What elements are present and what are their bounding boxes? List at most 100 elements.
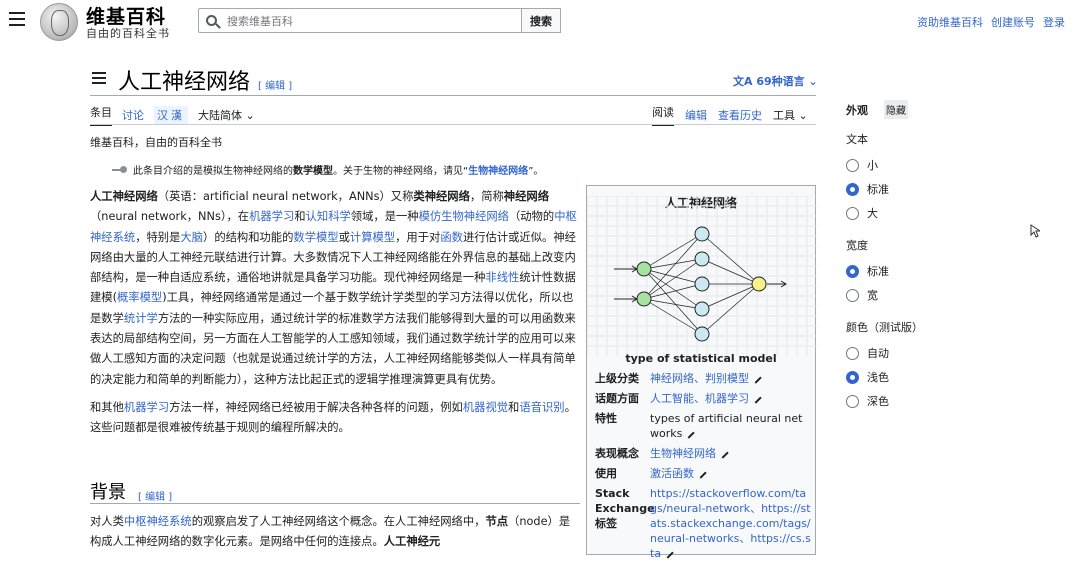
hatnote-link[interactable]: 生物神经网络 [468, 166, 528, 177]
infobox-value[interactable]: 生物神经网络 [650, 447, 716, 460]
donate-link[interactable]: 资助维基百科 [917, 14, 983, 30]
appearance-option[interactable]: 自动 [846, 341, 1066, 365]
infobox-row: 特性 types of artificial neural networks [595, 411, 811, 441]
login-link[interactable]: 登录 [1043, 14, 1065, 30]
hatnote: 此条目介绍的是模拟生物神经网络的数学模型。关于生物的神经网络，请见“生物神经网络… [112, 162, 543, 177]
article-link[interactable]: 机器学习 [249, 210, 294, 223]
text-run: 和 [508, 400, 520, 414]
appearance-option[interactable]: 宽 [846, 283, 1066, 307]
article-link[interactable]: 数学模型 [293, 231, 338, 244]
infobox-caption: type of statistical model [625, 352, 777, 365]
tools-dropdown[interactable]: 工具 ⌄ [773, 107, 808, 123]
toc-icon[interactable] [92, 72, 106, 87]
language-button[interactable]: 文A 69种语言 ⌄ [733, 73, 818, 89]
text-run: （英语：artificial neural network，ANNs）又称 [157, 190, 414, 203]
bold-term: 神经网络 [503, 190, 549, 203]
infobox-value[interactable]: https://stackoverflow.com/tags/neural-ne… [650, 487, 811, 560]
radio-button[interactable] [846, 264, 859, 278]
infobox-row: 使用 激活函数 [595, 466, 811, 481]
option-label: 标准 [867, 183, 889, 196]
article-link[interactable]: 语音识别 [519, 401, 564, 414]
hide-appearance-button[interactable]: 隐藏 [884, 100, 908, 119]
text-run: 方法一样，神经网络已经被用于解决各种各样的问题，例如 [169, 400, 463, 414]
hidden-neuron [694, 226, 710, 242]
hidden-neuron [694, 326, 710, 342]
article-link[interactable]: 中枢神经系统 [124, 515, 192, 528]
infobox-label: 话题方面 [595, 392, 639, 405]
article-link[interactable]: 函数 [440, 231, 463, 244]
section-heading-background: 背景 [90, 482, 126, 503]
radio-button[interactable] [846, 158, 859, 172]
article-link[interactable]: 大脑 [180, 231, 203, 244]
article-body-background: 对人类中枢神经系统的观察启发了人工神经网络这个概念。在人工神经网络中，节点（no… [90, 512, 580, 552]
pencil-icon[interactable] [717, 447, 729, 459]
pencil-icon[interactable] [750, 372, 762, 384]
text-run: ，简称 [469, 190, 504, 203]
article-link[interactable]: 概率模型 [117, 291, 162, 304]
radio-button[interactable] [846, 346, 859, 360]
pencil-icon[interactable] [695, 467, 707, 479]
infobox-value[interactable]: 神经网络、判别模型 [650, 372, 749, 385]
hidden-neuron [694, 276, 710, 292]
tab-edit[interactable]: 编辑 [685, 107, 707, 123]
infobox-label: Stack Exchange 标签 [595, 487, 655, 530]
neural-network-diagram[interactable] [587, 196, 817, 356]
hidden-neuron [694, 301, 710, 317]
article-link[interactable]: 机器学习 [124, 401, 169, 414]
title-edit-link[interactable]: [ 编辑 ] [258, 77, 292, 92]
appearance-option[interactable]: 标准 [846, 177, 1066, 201]
infobox-value[interactable]: 激活函数 [650, 467, 694, 480]
radio-button[interactable] [846, 394, 859, 408]
bold-term: 人工神经网络 [90, 190, 158, 203]
radio-button[interactable] [846, 370, 859, 384]
variant-dropdown[interactable]: 大陆简体 ⌄ [198, 107, 255, 123]
article-link[interactable]: 非线性 [485, 271, 519, 284]
hatnote-bold: 数学模型 [293, 166, 333, 177]
appearance-option[interactable]: 深色 [846, 389, 1066, 413]
appearance-option[interactable]: 浅色 [846, 365, 1066, 389]
infobox-value[interactable]: 人工智能、机器学习 [650, 392, 749, 405]
radio-button[interactable] [846, 182, 859, 196]
tab-talk[interactable]: 讨论 [122, 107, 144, 123]
variant-toggle[interactable]: 汉漢 [154, 106, 188, 124]
option-label: 大 [867, 207, 878, 220]
hatnote-prefix: 此条目介绍的是模拟生物神经网络的 [133, 166, 293, 177]
view-tabs: 阅读 编辑 查看历史 工具 ⌄ [652, 104, 808, 126]
bold-term: 类神经网络 [413, 190, 470, 203]
appearance-option[interactable]: 标准 [846, 259, 1066, 283]
bold-term: 人工神经元 [383, 535, 441, 548]
infobox-rows: 上级分类 神经网络、判别模型 话题方面 人工智能、机器学习 特性 types of art… [595, 371, 811, 566]
tab-divider [90, 124, 816, 125]
infobox-row: Stack Exchange 标签 https://stackoverflow.c… [595, 486, 811, 561]
tools-label: 工具 [773, 109, 795, 122]
wikipedia-globe-logo[interactable] [40, 3, 78, 41]
pencil-icon[interactable] [683, 427, 696, 439]
appearance-option[interactable]: 大 [846, 201, 1066, 225]
hidden-neuron [694, 251, 710, 267]
article-link[interactable]: 认知科学 [306, 210, 351, 223]
logo-subtitle: 自由的百科全书 [86, 27, 170, 40]
radio-button[interactable] [846, 206, 859, 220]
tab-read[interactable]: 阅读 [652, 104, 674, 126]
article-link[interactable]: 计算模型 [350, 231, 395, 244]
pencil-icon[interactable] [750, 392, 762, 404]
paragraph-background: 对人类中枢神经系统的观察启发了人工神经网络这个概念。在人工神经网络中，节点（no… [90, 512, 580, 552]
create-account-link[interactable]: 创建账号 [991, 14, 1035, 30]
appearance-option[interactable]: 小 [846, 153, 1066, 177]
text-run: ，特别是 [135, 230, 181, 244]
radio-button[interactable] [846, 288, 859, 302]
tab-history[interactable]: 查看历史 [718, 107, 762, 123]
pencil-icon[interactable] [662, 547, 674, 559]
paragraph-applications: 和其他机器学习方法一样，神经网络已经被用于解决各种各样的问题，例如机器视觉和语音… [90, 398, 580, 439]
bold-term: 节点 [485, 515, 509, 528]
option-label: 标准 [867, 265, 889, 278]
tab-article[interactable]: 条目 [90, 104, 112, 126]
article-link[interactable]: 模仿生物神经网络 [419, 210, 509, 223]
article-link[interactable]: 机器视觉 [463, 401, 508, 414]
search-input[interactable]: 搜索维基百科 [198, 8, 522, 33]
main-menu-icon[interactable] [9, 12, 25, 26]
section-edit-link[interactable]: [ 编辑 ] [138, 488, 172, 503]
search-button[interactable]: 搜索 [521, 8, 561, 33]
article-link[interactable]: 统计学 [124, 312, 158, 325]
infobox-label: 使用 [595, 467, 617, 480]
